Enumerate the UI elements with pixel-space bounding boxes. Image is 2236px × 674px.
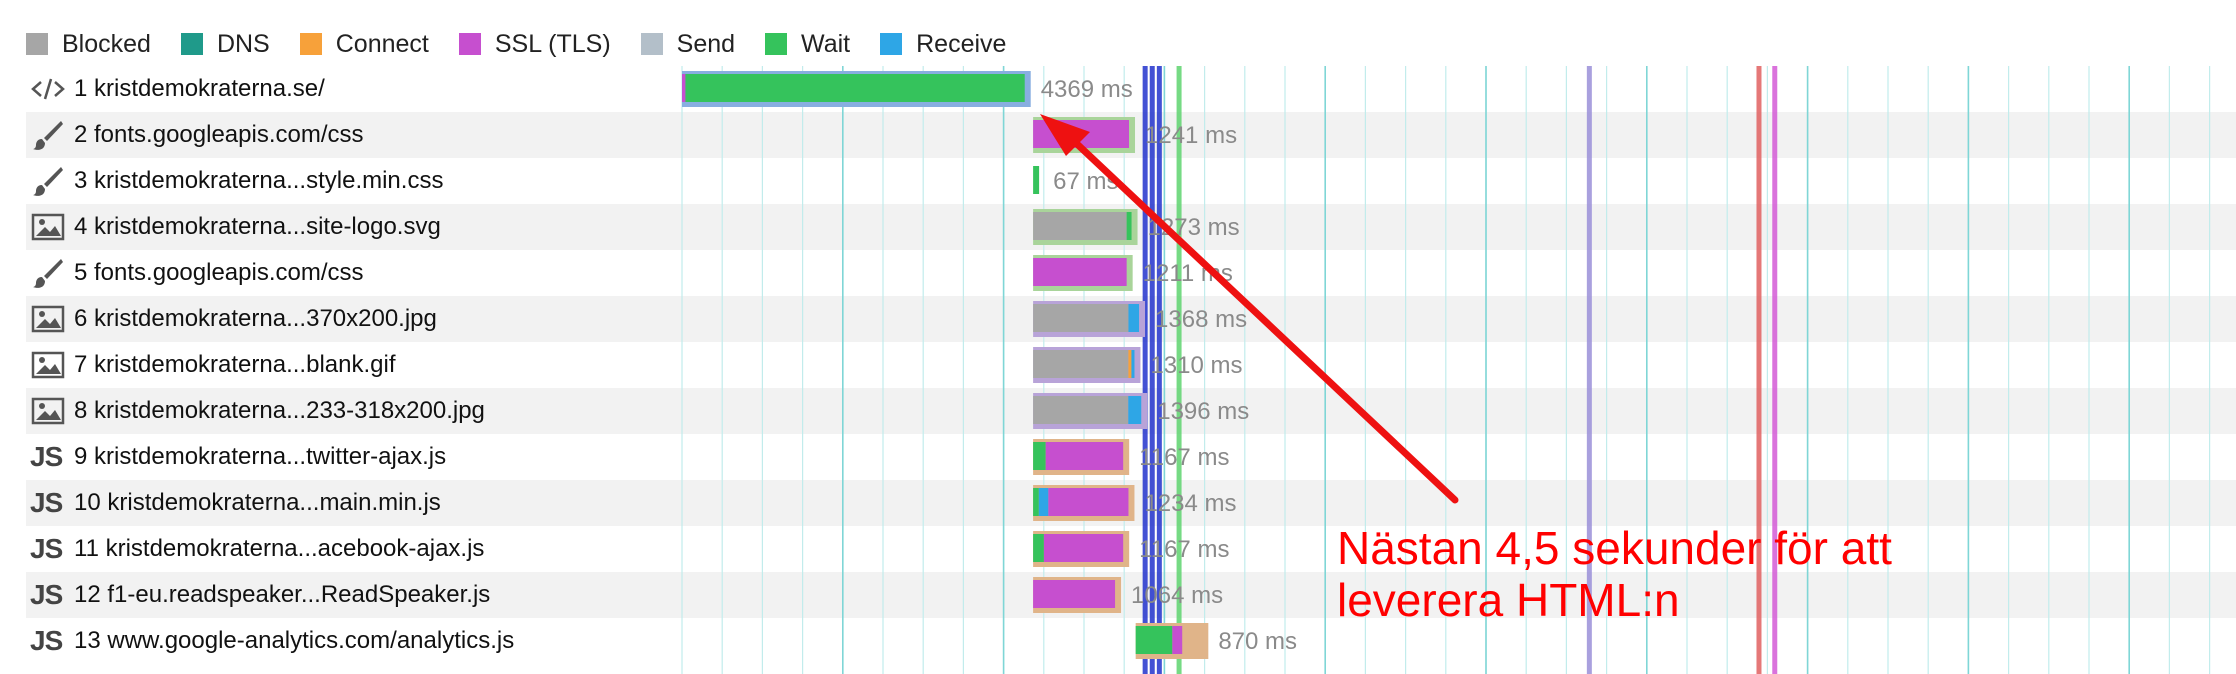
legend-item-wait: Wait (765, 30, 850, 59)
legend-swatch (299, 33, 322, 55)
request-url: 8 kristdemokraterna...233-318x200.jpg (74, 397, 485, 424)
image-icon (30, 347, 66, 383)
annotation-text: Nästan 4,5 sekunder för att leverera HTM… (1337, 522, 2097, 626)
image-icon (30, 301, 66, 337)
js-icon: JS (30, 625, 63, 656)
legend-item-connect: Connect (299, 29, 429, 59)
request-row[interactable]: 6 kristdemokraterna...370x200.jpg (26, 296, 2236, 342)
request-row[interactable]: 4 kristdemokraterna...site-logo.svg (26, 204, 2236, 250)
legend-item-blocked: Blocked (26, 30, 151, 59)
request-url: 9 kristdemokraterna...twitter-ajax.js (74, 443, 447, 470)
css-icon (30, 163, 66, 199)
request-row[interactable]: JS 10 kristdemokraterna...main.min.js (26, 480, 2236, 526)
request-row[interactable]: 8 kristdemokraterna...233-318x200.jpg (26, 388, 2236, 434)
request-row[interactable]: 1 kristdemokraterna.se/ (26, 66, 2236, 112)
legend-label: Connect (335, 29, 429, 58)
legend-item-send: Send (640, 29, 736, 59)
request-url: 12 f1-eu.readspeaker...ReadSpeaker.js (74, 581, 491, 608)
request-row[interactable]: 3 kristdemokraterna...style.min.css (26, 158, 2236, 204)
js-icon: JS (30, 533, 63, 564)
legend-item-ssl-tls: SSL (TLS) (458, 29, 611, 59)
legend-swatch (26, 33, 48, 55)
js-icon: JS (30, 487, 63, 518)
css-icon (30, 255, 66, 291)
legend-swatch (880, 33, 903, 55)
legend-swatch (180, 33, 203, 55)
request-url: 4 kristdemokraterna...site-logo.svg (74, 213, 441, 240)
legend-label: SSL (TLS) (494, 29, 611, 58)
legend-item-dns: DNS (180, 29, 270, 59)
legend-label: Send (676, 29, 736, 58)
request-row[interactable]: 5 fonts.googleapis.com/css (26, 250, 2236, 296)
annotation-line-1: Nästan 4,5 sekunder för att (1337, 522, 1892, 574)
legend-swatch (458, 33, 481, 55)
request-row[interactable]: 7 kristdemokraterna...blank.gif (26, 342, 2236, 388)
timings-legend: Blocked DNS Connect SSL (TLS) Send Wait Receiv… (26, 26, 1036, 62)
request-url: 3 kristdemokraterna...style.min.css (74, 167, 444, 194)
image-icon (30, 209, 66, 245)
js-icon: JS (30, 441, 63, 472)
annotation-line-2: leverera HTML:n (1337, 574, 1680, 626)
js-icon: JS (30, 579, 63, 610)
request-url: 11 kristdemokraterna...acebook-ajax.js (74, 535, 485, 562)
legend-label: Blocked (62, 29, 151, 58)
request-url: 1 kristdemokraterna.se/ (74, 75, 325, 102)
html-icon (30, 71, 66, 107)
request-row[interactable]: 2 fonts.googleapis.com/css (26, 112, 2236, 158)
request-url: 2 fonts.googleapis.com/css (74, 121, 364, 148)
css-icon (30, 117, 66, 153)
image-icon (30, 393, 66, 429)
request-url: 10 kristdemokraterna...main.min.js (74, 489, 441, 516)
legend-label: Wait (801, 29, 851, 58)
legend-label: DNS (216, 29, 270, 58)
request-row[interactable]: JS 9 kristdemokraterna...twitter-ajax.js (26, 434, 2236, 480)
legend-label: Receive (916, 29, 1007, 58)
request-url: 13 www.google-analytics.com/analytics.js (74, 627, 515, 654)
request-url: 6 kristdemokraterna...370x200.jpg (74, 305, 437, 332)
legend-swatch (640, 33, 663, 55)
request-url: 5 fonts.googleapis.com/css (74, 259, 364, 286)
legend-item-receive: Receive (880, 30, 1006, 59)
request-url: 7 kristdemokraterna...blank.gif (74, 351, 396, 378)
legend-swatch (765, 33, 788, 55)
